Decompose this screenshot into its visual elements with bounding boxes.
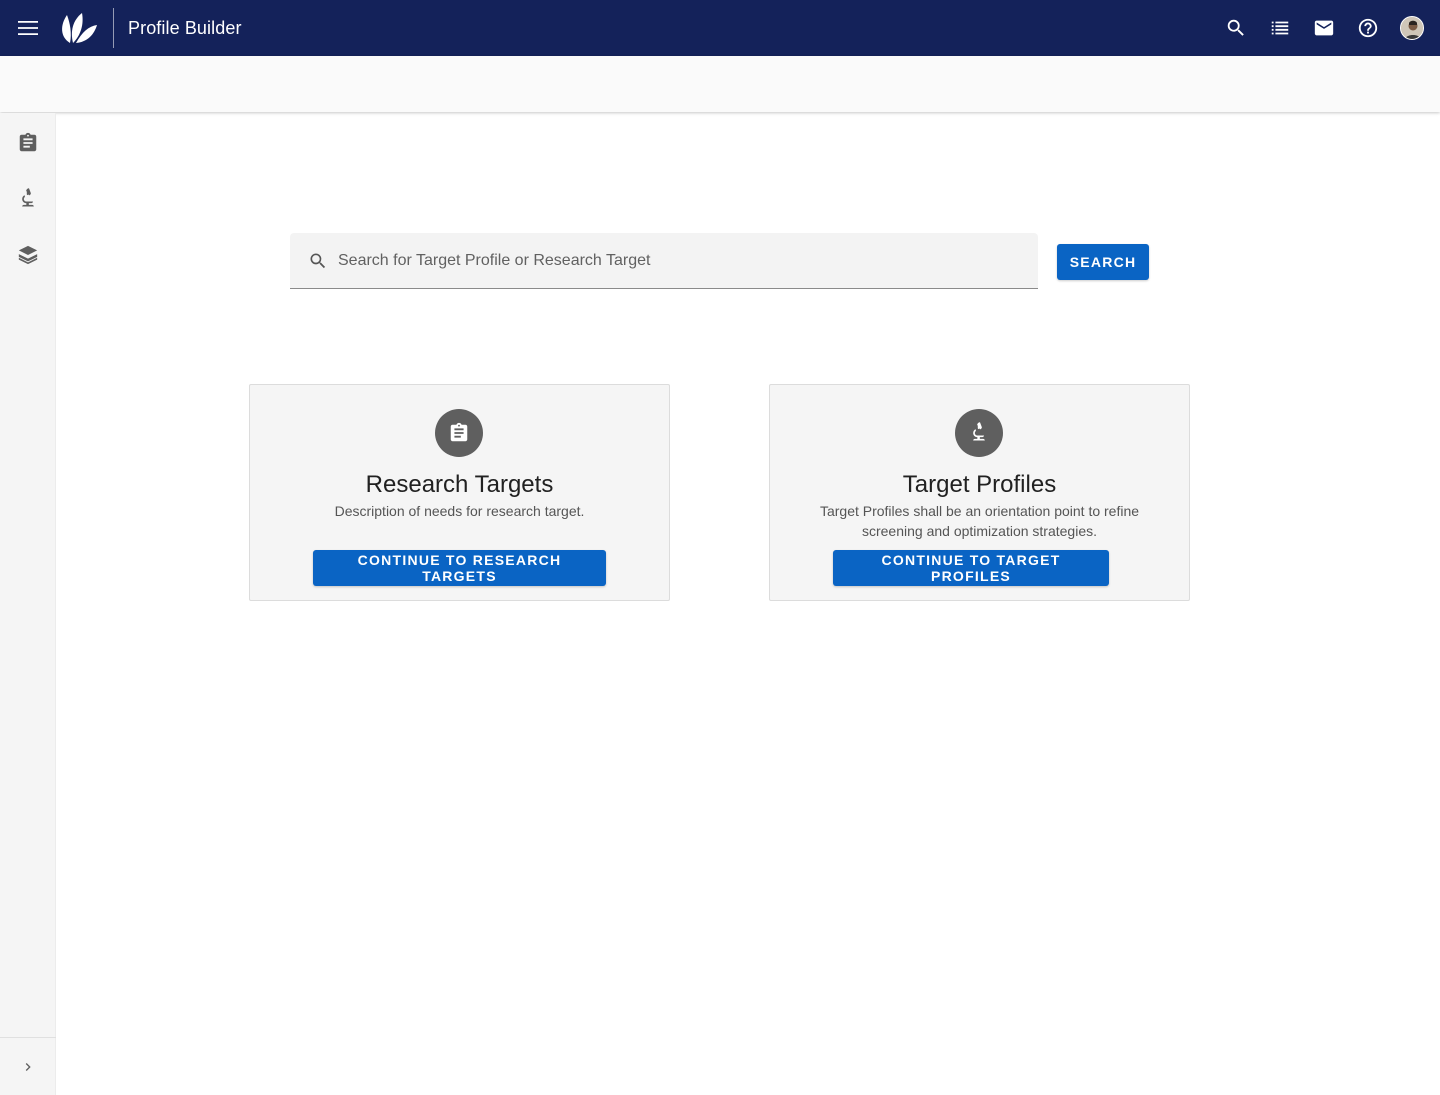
- hamburger-menu-icon[interactable]: [0, 0, 56, 56]
- layers-icon[interactable]: [0, 227, 56, 283]
- header-actions: [1214, 0, 1434, 56]
- list-icon[interactable]: [1258, 0, 1302, 56]
- clipboard-icon: [435, 409, 483, 457]
- microscope-icon: [955, 409, 1003, 457]
- help-icon[interactable]: [1346, 0, 1390, 56]
- header-divider: [113, 8, 114, 48]
- search-button[interactable]: SEARCH: [1057, 244, 1149, 280]
- card-title: Target Profiles: [902, 471, 1057, 498]
- card-description: Description of needs for research target…: [334, 503, 585, 519]
- app-title: Profile Builder: [128, 17, 242, 38]
- secondary-toolbar: [0, 56, 1440, 112]
- navigation-rail: [0, 113, 56, 1095]
- leaf-logo-icon[interactable]: [58, 10, 100, 46]
- clipboard-icon[interactable]: [0, 115, 56, 171]
- continue-to-target-profiles-button[interactable]: CONTINUE TO TARGET PROFILES: [833, 550, 1109, 586]
- search-icon: [310, 253, 326, 268]
- mail-icon[interactable]: [1302, 0, 1346, 56]
- search-input[interactable]: [338, 251, 1018, 270]
- continue-to-research-targets-button[interactable]: CONTINUE TO RESEARCH TARGETS: [313, 550, 606, 586]
- avatar-button[interactable]: [1390, 0, 1434, 56]
- microscope-icon[interactable]: [0, 171, 56, 227]
- avatar: [1400, 16, 1424, 40]
- card-description: Target Profiles shall be an orientation …: [819, 503, 1140, 539]
- card-title: Research Targets: [365, 471, 554, 498]
- search-field[interactable]: [290, 233, 1038, 289]
- target-profiles-card: Target Profiles Target Profiles shall be…: [769, 384, 1190, 601]
- chevron-right-icon[interactable]: [0, 1037, 56, 1095]
- app-bar: Profile Builder: [0, 0, 1440, 56]
- search-icon[interactable]: [1214, 0, 1258, 56]
- research-targets-card: Research Targets Description of needs fo…: [249, 384, 670, 601]
